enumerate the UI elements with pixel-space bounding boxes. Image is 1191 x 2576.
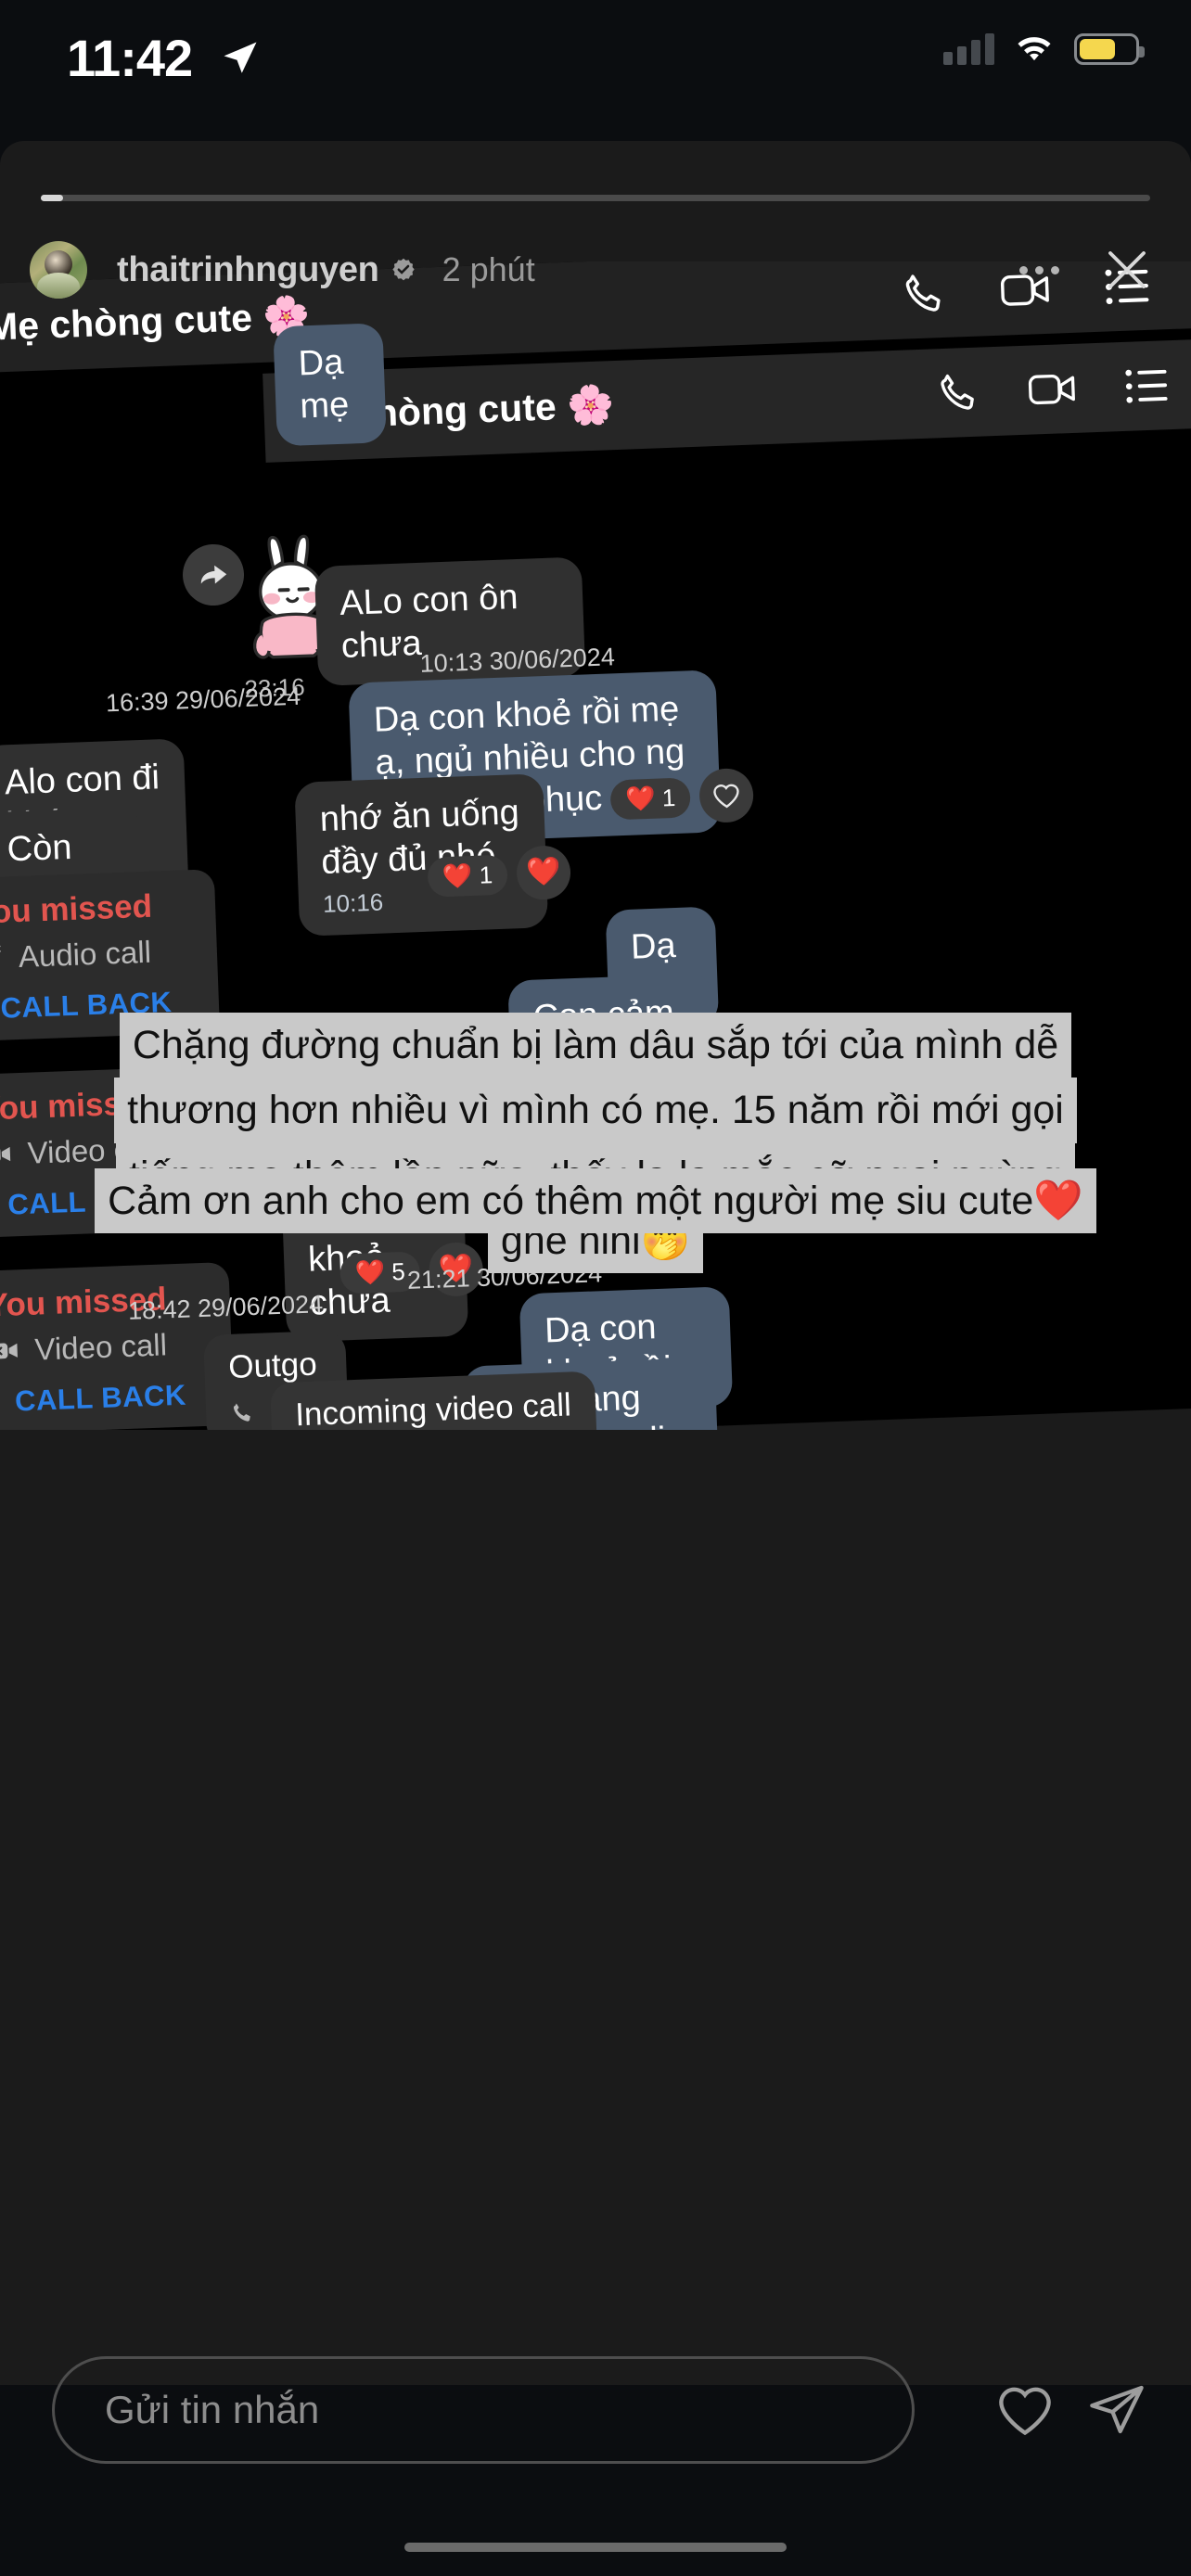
- story-card: thaitrinhnguyen 2 phút Mẹ chòng cute 🌸 M…: [0, 141, 1191, 2385]
- reaction-row[interactable]: ❤️ 1: [609, 767, 755, 827]
- missed-video-call-icon: [0, 1343, 18, 1359]
- story-timestamp: 2 phút: [442, 250, 535, 288]
- status-time: 11:42: [67, 29, 193, 87]
- chat-bubble[interactable]: Dạ mẹ: [273, 323, 387, 447]
- send-paperplane-icon[interactable]: [1087, 2382, 1146, 2438]
- status-bar: 11:42: [0, 0, 1191, 139]
- home-indicator: [404, 2543, 787, 2552]
- chat-timestamp: 10:13 30/06/2024: [419, 643, 616, 678]
- phone-call-icon: [233, 1403, 250, 1422]
- story-progress-bar[interactable]: [41, 195, 1150, 201]
- cellular-bars-icon: [943, 33, 994, 65]
- reaction-pill[interactable]: ❤️ 1: [427, 854, 508, 898]
- heart-reaction-icon[interactable]: ❤️: [516, 845, 572, 901]
- battery-icon: [1074, 33, 1145, 65]
- missed-call-type: Audio call: [18, 934, 152, 974]
- missed-call-status: You missed: [0, 887, 153, 931]
- story-caption[interactable]: Chặng đường chuẩn bị làm dâu sắp tới của…: [0, 1013, 1191, 1274]
- status-indicators: [943, 33, 1145, 65]
- call-log-title: Outgo: [227, 1345, 318, 1385]
- story-username[interactable]: thaitrinhnguyen: [117, 250, 379, 290]
- reaction-pill[interactable]: ❤️ 1: [609, 776, 691, 820]
- chat-timestamp: 16:39 29/06/2024: [105, 682, 301, 718]
- call-back-button[interactable]: CALL BACK: [0, 1378, 211, 1420]
- caption-line: thương hơn nhiều vì mình có mẹ. 15 năm r…: [114, 1078, 1077, 1143]
- forward-arrow-icon[interactable]: [181, 542, 246, 607]
- reply-input[interactable]: Gửi tin nhắn: [52, 2356, 915, 2464]
- location-arrow-icon: [224, 42, 257, 73]
- story-progress-fill: [41, 195, 63, 201]
- story-header: thaitrinhnguyen 2 phút: [0, 230, 1191, 310]
- close-icon[interactable]: [1102, 245, 1152, 295]
- heart-outline-icon[interactable]: [994, 2382, 1056, 2438]
- missed-call-type: Video call: [33, 1327, 168, 1367]
- avatar[interactable]: [30, 241, 87, 299]
- heart-outline-icon[interactable]: [698, 767, 755, 823]
- caption-line: Chặng đường chuẩn bị làm dâu sắp tới của…: [119, 1013, 1072, 1078]
- missed-audio-call-icon: [0, 945, 1, 953]
- verified-badge-icon: [391, 258, 415, 281]
- more-options-icon[interactable]: [1019, 265, 1059, 274]
- story-caption-second[interactable]: Cảm ơn anh cho em có thêm một người mẹ s…: [0, 1168, 1191, 1234]
- reaction-row[interactable]: ❤️ 1 ❤️: [427, 845, 572, 904]
- story-reply-bar: Gửi tin nhắn: [0, 2340, 1191, 2480]
- story-screen: 11:42 thaitrinhnguyen 2 phút Mẹ chòng cu…: [0, 0, 1191, 2576]
- call-log-title: Incoming video call: [294, 1386, 572, 1430]
- missed-call-card[interactable]: You missed Video call CALL BACK: [0, 1261, 235, 1430]
- wifi-icon: [1018, 37, 1051, 61]
- caption-line: Cảm ơn anh cho em có thêm một người mẹ s…: [95, 1168, 1096, 1234]
- reply-placeholder: Gửi tin nhắn: [105, 2388, 320, 2431]
